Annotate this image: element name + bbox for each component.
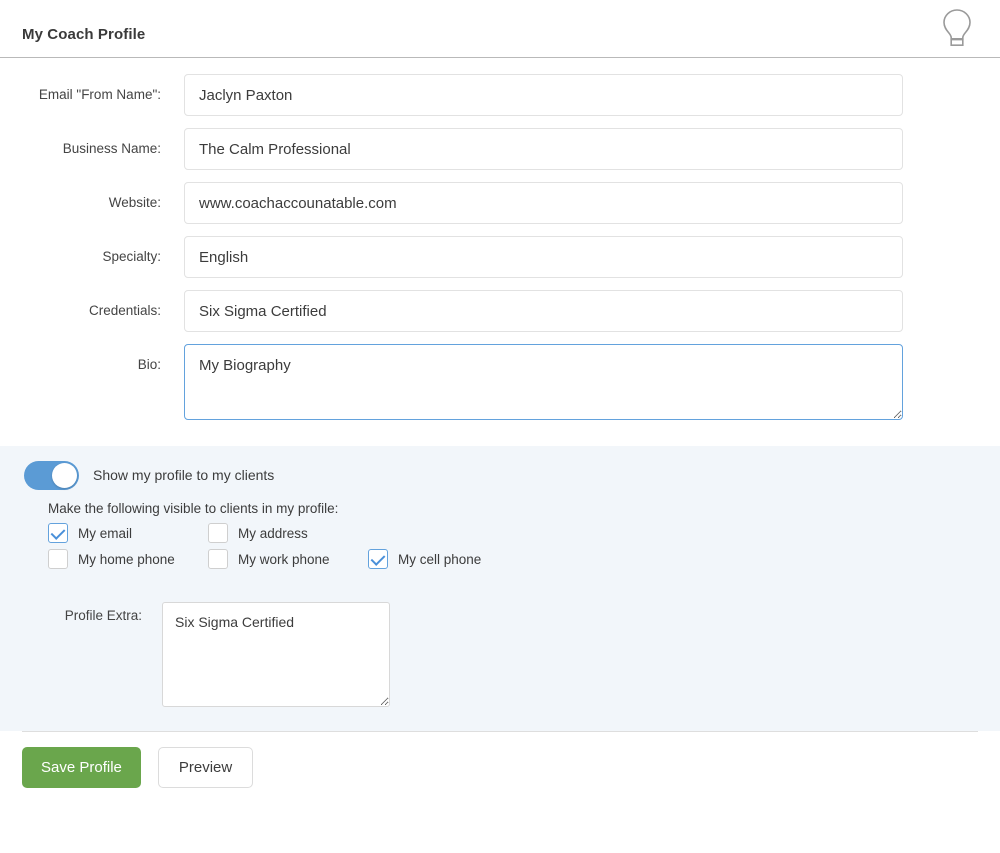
checkbox-label: My address [238,525,308,541]
field-row-email-from-name: Email "From Name": [0,74,1000,116]
checkbox-intro-text: Make the following visible to clients in… [48,501,339,516]
label-email-from-name: Email "From Name": [38,87,161,102]
label-website: Website: [108,195,161,210]
checkmark-icon [368,549,388,569]
label-business-name: Business Name: [62,141,161,156]
label-bio: Bio: [137,357,161,372]
save-profile-button[interactable]: Save Profile [22,747,141,788]
form-footer: Save Profile Preview [22,731,978,788]
checkbox-my-cell-phone[interactable]: My cell phone [368,549,548,569]
field-row-credentials: Credentials: [0,290,1000,332]
label-specialty: Specialty: [102,249,161,264]
checkbox-label: My work phone [238,551,330,567]
label-credentials: Credentials: [88,303,161,318]
checkbox-box-icon [208,523,228,543]
page-title: My Coach Profile [22,26,146,43]
checkbox-label: My home phone [78,551,175,567]
show-profile-toggle[interactable] [24,460,79,490]
preview-button[interactable]: Preview [157,747,254,788]
checkbox-my-address[interactable]: My address [208,523,368,543]
show-profile-toggle-row: Show my profile to my clients [0,460,1000,490]
show-profile-toggle-label: Show my profile to my clients [93,467,275,483]
label-profile-extra: Profile Extra: [64,608,142,623]
profile-extra-textarea[interactable] [162,602,390,707]
lightbulb-icon[interactable] [935,4,979,52]
field-row-specialty: Specialty: [0,236,1000,278]
credentials-input[interactable] [184,290,903,332]
toggle-knob [52,462,77,488]
checkbox-my-email[interactable]: My email [48,523,208,543]
checkbox-label: My email [78,525,133,541]
checkbox-my-work-phone[interactable]: My work phone [208,549,368,569]
website-input[interactable] [184,182,903,224]
specialty-input[interactable] [184,236,903,278]
visibility-checkbox-grid: My email My address My home phone My wor… [48,520,1000,572]
checkbox-box-icon [208,549,228,569]
bio-textarea[interactable] [184,344,903,420]
profile-extra-row: Profile Extra: [0,602,1000,707]
field-row-bio: Bio: [0,344,1000,425]
business-name-input[interactable] [184,128,903,170]
checkmark-icon [48,523,68,543]
checkbox-box-icon [48,549,68,569]
profile-form: Email "From Name": Business Name: Websit… [0,58,1000,425]
visibility-panel: Show my profile to my clients Make the f… [0,446,1000,731]
checkbox-label: My cell phone [398,551,482,567]
field-row-business-name: Business Name: [0,128,1000,170]
email-from-name-input[interactable] [184,74,903,116]
page-header: My Coach Profile [0,0,1000,58]
field-row-website: Website: [0,182,1000,224]
checkbox-my-home-phone[interactable]: My home phone [48,549,208,569]
